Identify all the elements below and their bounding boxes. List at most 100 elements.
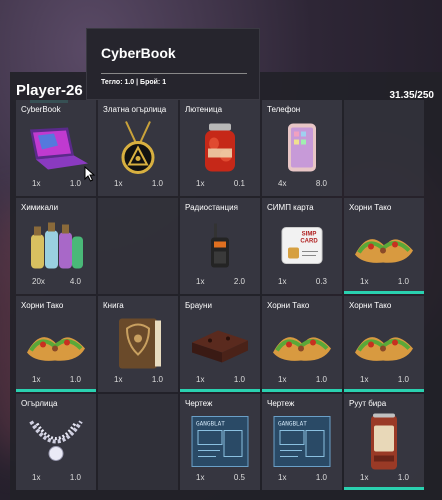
inventory-slot[interactable]: Книга 1x 1.0	[98, 296, 178, 392]
laptop-icon	[24, 125, 88, 174]
inventory-slot[interactable]: СИМП карта SIMP CARD 1x 0.3	[262, 198, 342, 294]
item-weight: 1.0	[315, 473, 327, 482]
durability-bar	[16, 389, 96, 392]
inventory-slot[interactable]: Златна огърлица 1x 1.0	[98, 100, 178, 196]
item-count: 1x	[114, 179, 123, 188]
item-weight: 2.0	[233, 277, 245, 286]
item-name: Хорни Тако	[21, 301, 64, 310]
item-weight: 1.0	[315, 375, 327, 384]
inventory-slot[interactable]	[98, 394, 178, 490]
inventory-slot[interactable]: Хорни Тако 1x 1.0	[344, 198, 424, 294]
inventory-slot[interactable]: Телефон 4x 8.0	[262, 100, 342, 196]
inventory-slot[interactable]: Лютеница 1x 0.1	[180, 100, 260, 196]
player-name: Player-26	[16, 82, 83, 99]
inventory-slot[interactable]: Огърлица 1x 1.0	[16, 394, 96, 490]
item-name: Брауни	[185, 301, 212, 310]
item-name: СИМП карта	[267, 203, 314, 212]
item-name: Хорни Тако	[349, 203, 392, 212]
book-icon	[113, 314, 163, 377]
inventory-slot[interactable]: Чертеж GANGBLAT 1x 1.0	[262, 394, 342, 490]
item-name: Радиостанция	[185, 203, 238, 212]
inventory-grid: CyberBook 1x 1.0 Златна огърлица 1x 1.0 Лютени…	[16, 100, 424, 490]
inventory-slot[interactable]: Руут бира 1x 1.0	[344, 394, 424, 490]
jar-icon	[200, 121, 240, 178]
item-weight: 1.0	[69, 473, 81, 482]
inventory-slot[interactable]: Химикали 20x 4.0	[16, 198, 96, 294]
item-name: Химикали	[21, 203, 59, 212]
item-count: 20x	[32, 277, 45, 286]
item-weight: 0.3	[315, 277, 327, 286]
item-weight: 1.0	[233, 375, 245, 384]
item-count: 1x	[278, 473, 287, 482]
taco-icon	[353, 322, 415, 369]
item-name: Лютеница	[185, 105, 223, 114]
inventory-slot[interactable]: Хорни Тако 1x 1.0	[16, 296, 96, 392]
item-weight: 0.5	[233, 473, 245, 482]
necklace-icon	[27, 415, 85, 472]
taco-icon	[353, 224, 415, 271]
item-name: Чертеж	[185, 399, 213, 408]
item-count: 1x	[196, 179, 205, 188]
item-count: 1x	[32, 473, 41, 482]
beer-can-icon	[368, 411, 400, 476]
item-name: Книга	[103, 301, 124, 310]
item-name: Хорни Тако	[267, 301, 310, 310]
inventory-slot[interactable]: Радиостанция 1x 2.0	[180, 198, 260, 294]
radio-icon	[209, 221, 231, 274]
sim-card-label: SIMP CARD	[300, 231, 318, 245]
sim-card-icon: SIMP CARD	[280, 225, 324, 270]
durability-bar	[344, 291, 424, 294]
item-weight: 1.0	[151, 179, 163, 188]
item-count: 1x	[32, 375, 41, 384]
item-count: 4x	[278, 179, 287, 188]
gold-necklace-icon	[112, 119, 164, 180]
inventory-slot[interactable]	[344, 100, 424, 196]
item-name: Хорни Тако	[349, 301, 392, 310]
item-count: 1x	[196, 473, 205, 482]
inventory-slot[interactable]: Хорни Тако 1x 1.0	[262, 296, 342, 392]
item-weight: 1.0	[69, 179, 81, 188]
item-tooltip: CyberBook Тегло: 1.0 | Брой: 1	[86, 28, 260, 100]
item-count: 1x	[360, 375, 369, 384]
item-name: Огърлица	[21, 399, 58, 408]
item-count: 1x	[278, 375, 287, 384]
durability-bar	[180, 389, 260, 392]
item-count: 1x	[32, 179, 41, 188]
item-count: 1x	[360, 277, 369, 286]
inventory-slot[interactable]	[98, 198, 178, 294]
durability-bar	[344, 487, 424, 490]
item-weight: 4.0	[69, 277, 81, 286]
inventory-slot[interactable]: Хорни Тако 1x 1.0	[344, 296, 424, 392]
item-count: 1x	[196, 375, 205, 384]
tooltip-title: CyberBook	[101, 45, 176, 61]
taco-icon	[25, 322, 87, 369]
durability-bar	[344, 389, 424, 392]
item-count: 1x	[114, 375, 123, 384]
item-count: 1x	[278, 277, 287, 286]
item-weight: 0.1	[233, 179, 245, 188]
inventory-slot[interactable]: Брауни 1x 1.0	[180, 296, 260, 392]
item-weight: 1.0	[397, 375, 409, 384]
item-weight: 1.0	[397, 473, 409, 482]
svg-text:GANGBLAT: GANGBLAT	[196, 420, 225, 427]
blueprint-icon: GANGBLAT	[190, 414, 250, 473]
tooltip-info: Тегло: 1.0 | Брой: 1	[101, 79, 167, 86]
inventory-slot[interactable]: Чертеж GANGBLAT 1x 0.5	[180, 394, 260, 490]
item-name: Златна огърлица	[103, 105, 167, 114]
item-weight: 1.0	[397, 277, 409, 286]
brownie-icon	[188, 322, 252, 369]
item-name: CyberBook	[21, 105, 61, 114]
item-count: 1x	[196, 277, 205, 286]
item-weight: 1.0	[69, 375, 81, 384]
item-name: Телефон	[267, 105, 301, 114]
taco-icon	[271, 322, 333, 369]
mouse-cursor-icon	[84, 166, 96, 182]
item-name: Чертеж	[267, 399, 295, 408]
item-name: Руут бира	[349, 399, 387, 408]
phone-icon	[286, 121, 318, 178]
item-weight: 1.0	[151, 375, 163, 384]
chemicals-icon	[27, 218, 85, 277]
durability-bar	[262, 389, 342, 392]
blueprint-icon: GANGBLAT	[272, 414, 332, 473]
item-count: 1x	[360, 473, 369, 482]
